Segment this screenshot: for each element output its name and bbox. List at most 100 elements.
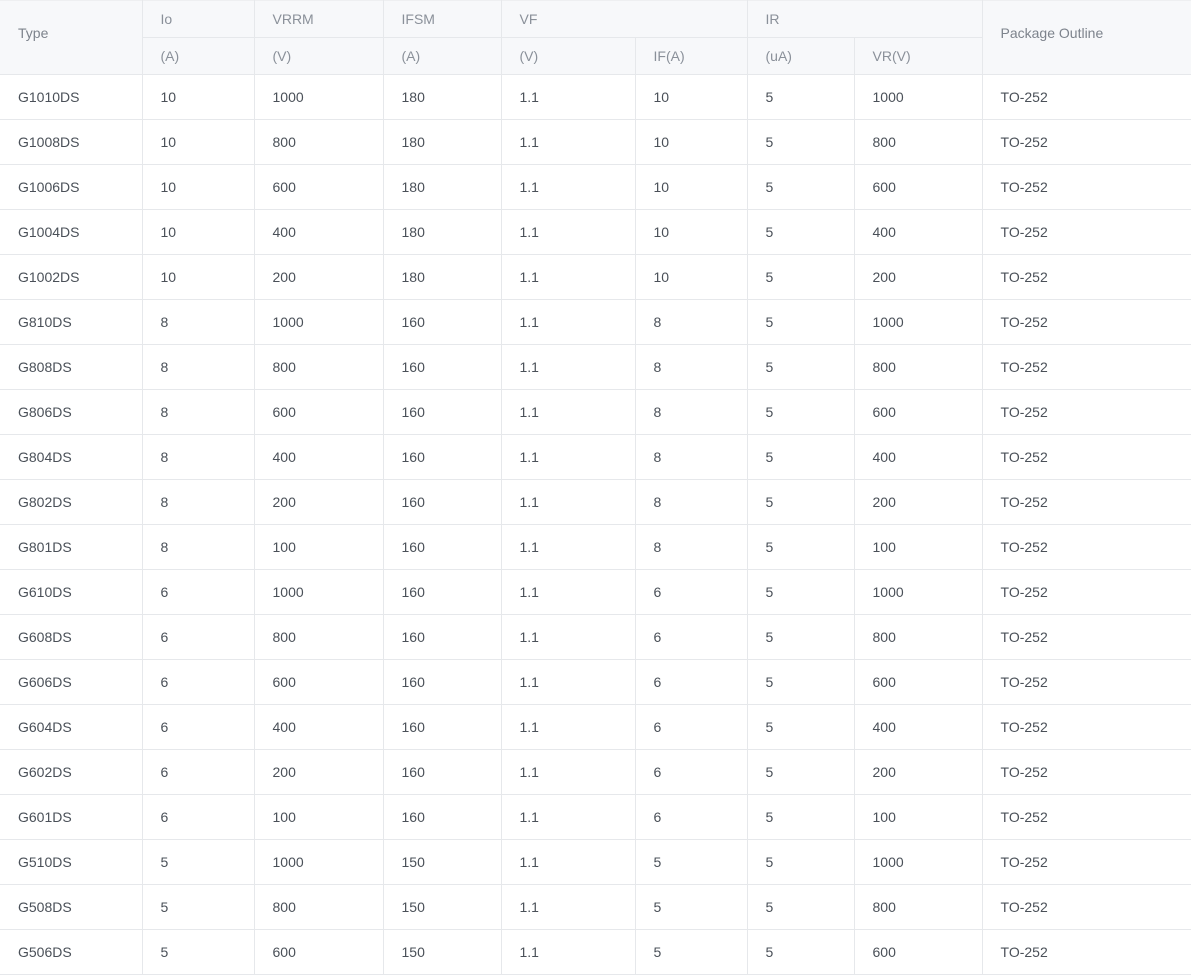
package-cell: TO-252 bbox=[981, 74, 1191, 120]
ifsm-cell: 160 bbox=[382, 704, 502, 750]
unit-if: IF(A) bbox=[634, 37, 748, 75]
io-cell: 8 bbox=[141, 344, 255, 390]
header-package-outline: Package Outline bbox=[981, 0, 1191, 75]
table-row: G506DS 5 600 150 1.1 5 5 600 TO-252 bbox=[0, 929, 1191, 975]
ir-cell: 5 bbox=[746, 209, 855, 255]
io-cell: 6 bbox=[141, 749, 255, 795]
vr-cell: 100 bbox=[853, 524, 983, 570]
ir-cell: 5 bbox=[746, 344, 855, 390]
if-cell: 5 bbox=[634, 884, 748, 930]
ifsm-cell: 180 bbox=[382, 164, 502, 210]
ir-cell: 5 bbox=[746, 299, 855, 345]
io-cell: 5 bbox=[141, 929, 255, 975]
vrrm-cell: 400 bbox=[253, 704, 384, 750]
header-type: Type bbox=[0, 0, 143, 75]
io-cell: 10 bbox=[141, 209, 255, 255]
unit-ir: (uA) bbox=[746, 37, 855, 75]
ifsm-cell: 160 bbox=[382, 524, 502, 570]
ifsm-cell: 180 bbox=[382, 254, 502, 300]
vf-cell: 1.1 bbox=[500, 299, 636, 345]
type-cell: G804DS bbox=[0, 434, 143, 480]
unit-io: (A) bbox=[142, 37, 255, 75]
io-cell: 6 bbox=[141, 704, 255, 750]
ifsm-cell: 180 bbox=[382, 209, 502, 255]
vrrm-cell: 800 bbox=[253, 884, 384, 930]
unit-vr: VR(V) bbox=[853, 37, 983, 75]
ir-cell: 5 bbox=[746, 389, 855, 435]
type-cell: G810DS bbox=[0, 299, 143, 345]
ifsm-cell: 180 bbox=[382, 119, 502, 165]
io-cell: 6 bbox=[141, 614, 255, 660]
type-cell: G602DS bbox=[0, 749, 143, 795]
vrrm-cell: 600 bbox=[253, 389, 384, 435]
header-ir: IR bbox=[746, 0, 983, 38]
ir-cell: 5 bbox=[746, 929, 855, 975]
ifsm-cell: 160 bbox=[382, 479, 502, 525]
ir-cell: 5 bbox=[746, 704, 855, 750]
package-cell: TO-252 bbox=[981, 614, 1191, 660]
type-cell: G808DS bbox=[0, 344, 143, 390]
type-cell: G1006DS bbox=[0, 164, 143, 210]
package-cell: TO-252 bbox=[981, 794, 1191, 840]
vf-cell: 1.1 bbox=[500, 209, 636, 255]
if-cell: 10 bbox=[634, 164, 748, 210]
ir-cell: 5 bbox=[746, 884, 855, 930]
table-row: G806DS 8 600 160 1.1 8 5 600 TO-252 bbox=[0, 389, 1191, 435]
vrrm-cell: 200 bbox=[253, 749, 384, 795]
vf-cell: 1.1 bbox=[500, 614, 636, 660]
if-cell: 6 bbox=[634, 659, 748, 705]
io-cell: 10 bbox=[141, 164, 255, 210]
io-cell: 10 bbox=[141, 119, 255, 165]
io-cell: 8 bbox=[141, 524, 255, 570]
if-cell: 6 bbox=[634, 569, 748, 615]
vf-cell: 1.1 bbox=[500, 569, 636, 615]
ir-cell: 5 bbox=[746, 524, 855, 570]
table-row: G1002DS 10 200 180 1.1 10 5 200 TO-252 bbox=[0, 254, 1191, 300]
header-row-names: Type Io VRRM IFSM VF IR Package Outline bbox=[0, 0, 1191, 75]
package-cell: TO-252 bbox=[981, 884, 1191, 930]
vrrm-cell: 1000 bbox=[253, 299, 384, 345]
vrrm-cell: 400 bbox=[253, 434, 384, 480]
type-cell: G610DS bbox=[0, 569, 143, 615]
ifsm-cell: 160 bbox=[382, 434, 502, 480]
if-cell: 6 bbox=[634, 794, 748, 840]
if-cell: 10 bbox=[634, 119, 748, 165]
if-cell: 8 bbox=[634, 479, 748, 525]
vr-cell: 600 bbox=[853, 164, 983, 210]
vrrm-cell: 600 bbox=[253, 164, 384, 210]
ir-cell: 5 bbox=[746, 119, 855, 165]
vrrm-cell: 600 bbox=[253, 659, 384, 705]
table-row: G801DS 8 100 160 1.1 8 5 100 TO-252 bbox=[0, 524, 1191, 570]
ifsm-cell: 180 bbox=[382, 74, 502, 120]
type-cell: G1008DS bbox=[0, 119, 143, 165]
vf-cell: 1.1 bbox=[500, 839, 636, 885]
ifsm-cell: 160 bbox=[382, 389, 502, 435]
type-cell: G1010DS bbox=[0, 74, 143, 120]
io-cell: 8 bbox=[141, 479, 255, 525]
package-cell: TO-252 bbox=[981, 434, 1191, 480]
vrrm-cell: 200 bbox=[253, 479, 384, 525]
type-cell: G806DS bbox=[0, 389, 143, 435]
vrrm-cell: 200 bbox=[253, 254, 384, 300]
package-cell: TO-252 bbox=[981, 209, 1191, 255]
vrrm-cell: 100 bbox=[253, 794, 384, 840]
table-row: G804DS 8 400 160 1.1 8 5 400 TO-252 bbox=[0, 434, 1191, 480]
io-cell: 8 bbox=[141, 389, 255, 435]
if-cell: 10 bbox=[634, 74, 748, 120]
ir-cell: 5 bbox=[746, 479, 855, 525]
if-cell: 8 bbox=[634, 299, 748, 345]
vr-cell: 400 bbox=[853, 434, 983, 480]
specifications-table: Type Io VRRM IFSM VF IR Package Outline … bbox=[0, 0, 1191, 975]
if-cell: 8 bbox=[634, 389, 748, 435]
table-row: G808DS 8 800 160 1.1 8 5 800 TO-252 bbox=[0, 344, 1191, 390]
type-cell: G801DS bbox=[0, 524, 143, 570]
ir-cell: 5 bbox=[746, 614, 855, 660]
type-cell: G604DS bbox=[0, 704, 143, 750]
vr-cell: 800 bbox=[853, 344, 983, 390]
if-cell: 8 bbox=[634, 344, 748, 390]
table-row: G608DS 6 800 160 1.1 6 5 800 TO-252 bbox=[0, 614, 1191, 660]
ifsm-cell: 160 bbox=[382, 344, 502, 390]
unit-vf: (V) bbox=[500, 37, 636, 75]
ifsm-cell: 160 bbox=[382, 569, 502, 615]
table-row: G510DS 5 1000 150 1.1 5 5 1000 TO-252 bbox=[0, 839, 1191, 885]
